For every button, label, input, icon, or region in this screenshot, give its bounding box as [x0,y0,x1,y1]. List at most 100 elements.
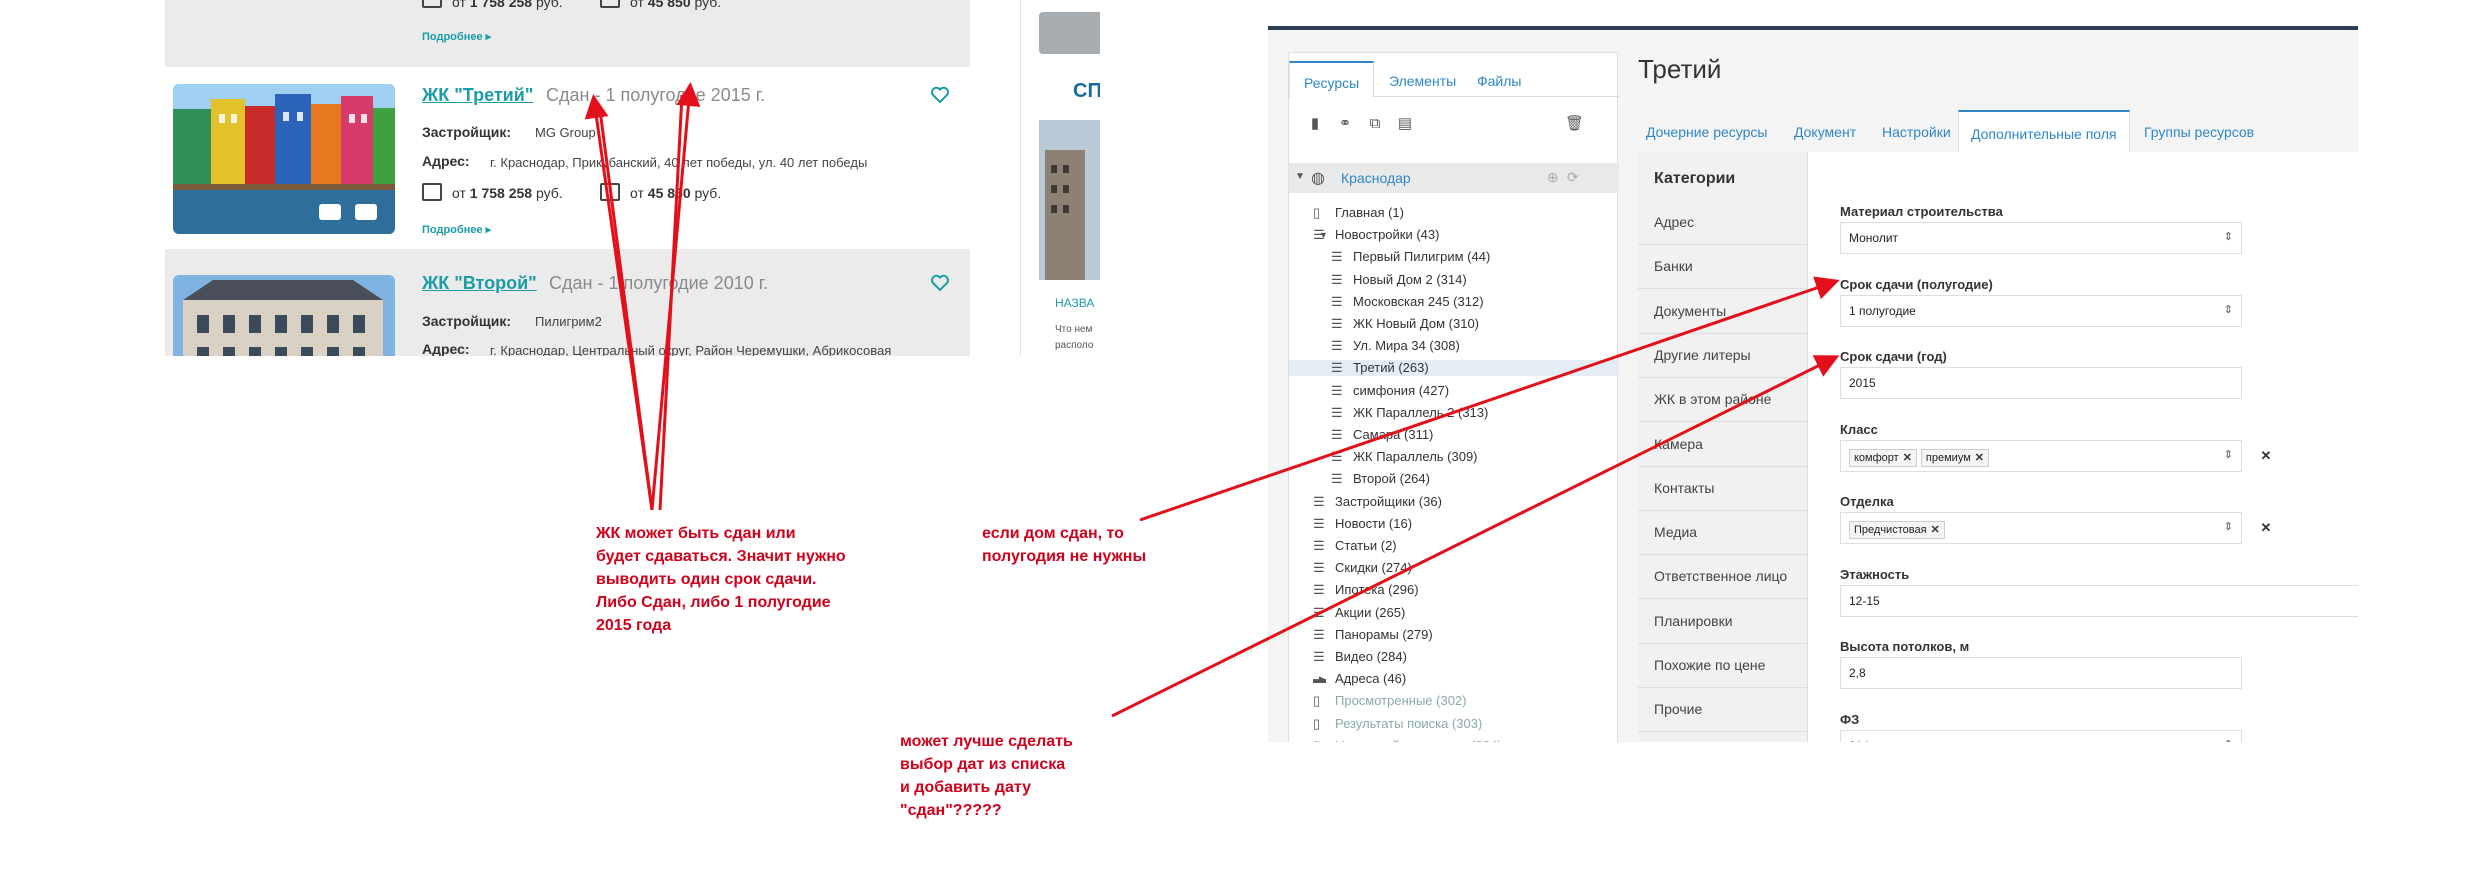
tab-additional-fields[interactable]: Дополнительные поля [1958,110,2130,152]
listing-title[interactable]: ЖК "Второй" [422,273,537,294]
category-item[interactable]: Планировки [1654,613,1733,629]
copy-icon[interactable]: ⧉ [1367,115,1383,133]
tree-item-label[interactable]: Первый Пилигрим (44) [1353,249,1490,264]
tree-item-label[interactable]: ЖК Параллель (309) [1353,449,1478,464]
tab-resource-groups[interactable]: Группы ресурсов [2132,110,2266,152]
select-field[interactable]: Монолит ⇕ [1840,222,2242,254]
document-icon[interactable]: ▤ [1397,115,1413,133]
tag-chip[interactable]: премиум ✕ [1920,448,1989,467]
tree-item[interactable]: ▯ Результаты поиска (303) [1313,716,1482,732]
building-photo[interactable] [173,275,395,356]
heart-icon[interactable] [930,273,950,293]
tree-item-label[interactable]: Видео (284) [1335,649,1407,664]
category-item[interactable]: Документы [1654,303,1726,319]
tree-item[interactable]: ☰ Видео (284) [1313,649,1407,665]
tree-item-label[interactable]: Второй (264) [1353,471,1430,486]
tree-item[interactable]: ☰ ЖК Параллель 2 (313) [1331,405,1488,421]
select-field[interactable]: 214 ⇕ [1840,729,2242,743]
tree-item-label[interactable]: Новый Дом 2 (314) [1353,272,1467,287]
tree-item-label[interactable]: Новости (16) [1335,516,1412,531]
remove-tag-icon[interactable]: ✕ [1931,524,1940,536]
tree-item-label[interactable]: Ипотека (296) [1335,582,1419,597]
caret-right-icon[interactable]: ▶ [1319,671,1326,687]
add-icon[interactable]: ⊕ [1547,169,1559,186]
tree-item-label[interactable]: симфония (427) [1353,383,1449,398]
clear-selection-icon[interactable]: ✕ [2252,440,2280,472]
tree-item[interactable]: ▯ Новостройки на карте (304) [1313,738,1502,742]
category-item[interactable]: Другие литеры [1654,347,1751,363]
refresh-icon[interactable]: ⟳ [1567,169,1579,186]
tab-child-resources[interactable]: Дочерние ресурсы [1634,110,1779,152]
category-item[interactable]: Ответственное лицо [1654,568,1787,584]
tree-item[interactable]: ☰ Третий (263) [1289,360,1619,377]
listing-title[interactable]: ЖК "Третий" [422,85,533,106]
tree-item[interactable]: ☰ Первый Пилигрим (44) [1331,249,1490,265]
category-item[interactable]: Камера [1654,436,1703,452]
more-link[interactable]: Подробнее ▸ [422,30,491,43]
tree-item[interactable]: ☰ Застройщики (36) [1313,494,1442,510]
teaser-button[interactable] [1039,12,1100,54]
tree-item-label[interactable]: Результаты поиска (303) [1335,716,1482,731]
tree-item[interactable]: ☰ Акции (265) [1313,605,1405,621]
tree-item-label[interactable]: Панорамы (279) [1335,627,1433,642]
tab-settings[interactable]: Настройки [1870,110,1963,152]
select-arrows-icon[interactable]: ⇕ [2224,303,2233,316]
select-field[interactable]: комфорт ✕ премиум ✕ ⇕ [1840,439,2242,472]
caret-down-icon[interactable]: ▼ [1295,171,1305,182]
category-item[interactable]: Адрес [1654,214,1694,230]
select-field[interactable]: Предчистовая ✕ ⇕ [1840,512,2242,544]
tree-item[interactable]: ☰ Новости (16) [1313,516,1412,532]
category-item[interactable]: Медиа [1654,524,1697,540]
remove-tag-icon[interactable]: ✕ [1975,452,1984,464]
tab-elements[interactable]: Элементы [1375,61,1470,98]
category-item[interactable]: ЖК в этом районе [1654,391,1771,407]
tree-item-label[interactable]: Акции (265) [1335,605,1405,620]
tree-item[interactable]: ☰ Панорамы (279) [1313,627,1433,643]
select-arrows-icon[interactable]: ⇕ [2224,230,2233,243]
tree-item[interactable]: ☰ Второй (264) [1331,471,1430,487]
caret-down-icon[interactable]: ▼ [1319,227,1328,243]
select-arrows-icon[interactable]: ⇕ [2224,520,2233,533]
heart-icon[interactable] [930,85,950,105]
tag-chip[interactable]: комфорт ✕ [1849,448,1917,467]
tree-item-label[interactable]: Третий (263) [1353,360,1429,375]
tree-item[interactable]: ▯ Просмотренные (302) [1313,693,1467,709]
tab-document[interactable]: Документ [1782,110,1868,152]
tree-item[interactable]: ☰ Самара (311) [1331,427,1433,443]
tree-item-label[interactable]: Новостройки на карте (304) [1335,738,1502,742]
text-field[interactable]: 12-15 [1840,584,2358,617]
text-field[interactable]: 2,8 [1840,657,2242,689]
tree-item-label[interactable]: Застройщики (36) [1335,494,1442,509]
tree-item-label[interactable]: Просмотренные (302) [1335,693,1467,708]
tree-item-label[interactable]: Статьи (2) [1335,538,1397,553]
tree-item[interactable]: ☰ Московская 245 (312) [1331,294,1484,310]
select-field[interactable]: 1 полугодие ⇕ [1840,294,2242,327]
tree-item-label[interactable]: Ул. Мира 34 (308) [1353,338,1460,353]
select-arrows-icon[interactable]: ⇕ [2224,738,2233,743]
category-item[interactable]: Прочие [1654,701,1702,717]
tree-item-label[interactable]: ЖК Параллель 2 (313) [1353,405,1488,420]
tree-item-label[interactable]: Адреса (46) [1335,671,1406,686]
tree-item[interactable]: ▯ Главная (1) [1313,205,1404,221]
tree-item[interactable]: ▼ ☰ Новостройки (43) [1313,227,1439,243]
teaser-photo[interactable] [1039,120,1100,280]
teaser-link[interactable]: НАЗВА [1055,296,1094,310]
clear-selection-icon[interactable]: ✕ [2252,512,2280,544]
tree-root[interactable]: ▼ ◍ Краснодар ⊕ ⟳ [1289,163,1619,193]
tree-item[interactable]: ☰ симфония (427) [1331,383,1449,399]
tag-chip[interactable]: Предчистовая ✕ [1849,521,1945,539]
remove-tag-icon[interactable]: ✕ [1903,452,1912,464]
tree-item[interactable]: ☰ Новый Дом 2 (314) [1331,272,1467,288]
tree-item-label[interactable]: Скидки (274) [1335,560,1412,575]
building-photo[interactable] [173,84,395,234]
tree-item[interactable]: ☰ Скидки (274) [1313,560,1412,576]
more-link[interactable]: Подробнее ▸ [422,223,491,236]
tree-item[interactable]: ☰ Ул. Мира 34 (308) [1331,338,1460,354]
tree-item-label[interactable]: Главная (1) [1335,205,1404,220]
tree-item-label[interactable]: ЖК Новый Дом (310) [1353,316,1479,331]
tab-files[interactable]: Файлы [1463,61,1535,98]
tree-item[interactable]: ☰ ЖК Параллель (309) [1331,449,1478,465]
tree-item[interactable]: ▶ ▬ Адреса (46) [1313,671,1406,687]
new-document-icon[interactable]: ▮ [1307,115,1323,133]
tree-item[interactable]: ☰ ЖК Новый Дом (310) [1331,316,1479,332]
